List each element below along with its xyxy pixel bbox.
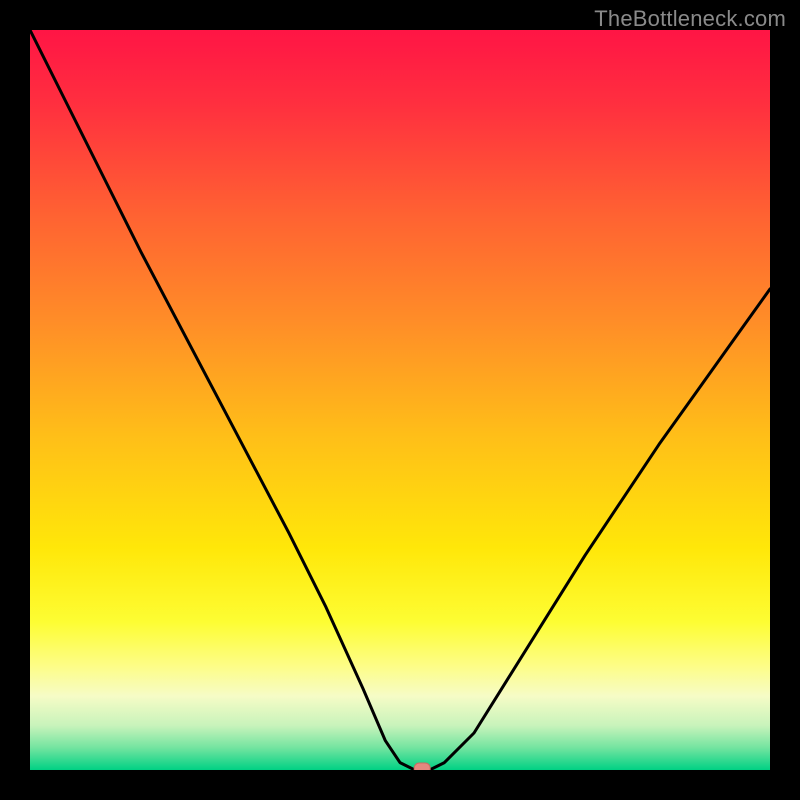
plot-background xyxy=(30,30,770,770)
optimal-marker xyxy=(414,763,430,770)
watermark-text: TheBottleneck.com xyxy=(594,6,786,32)
bottleneck-plot xyxy=(30,30,770,770)
chart-frame: TheBottleneck.com xyxy=(0,0,800,800)
